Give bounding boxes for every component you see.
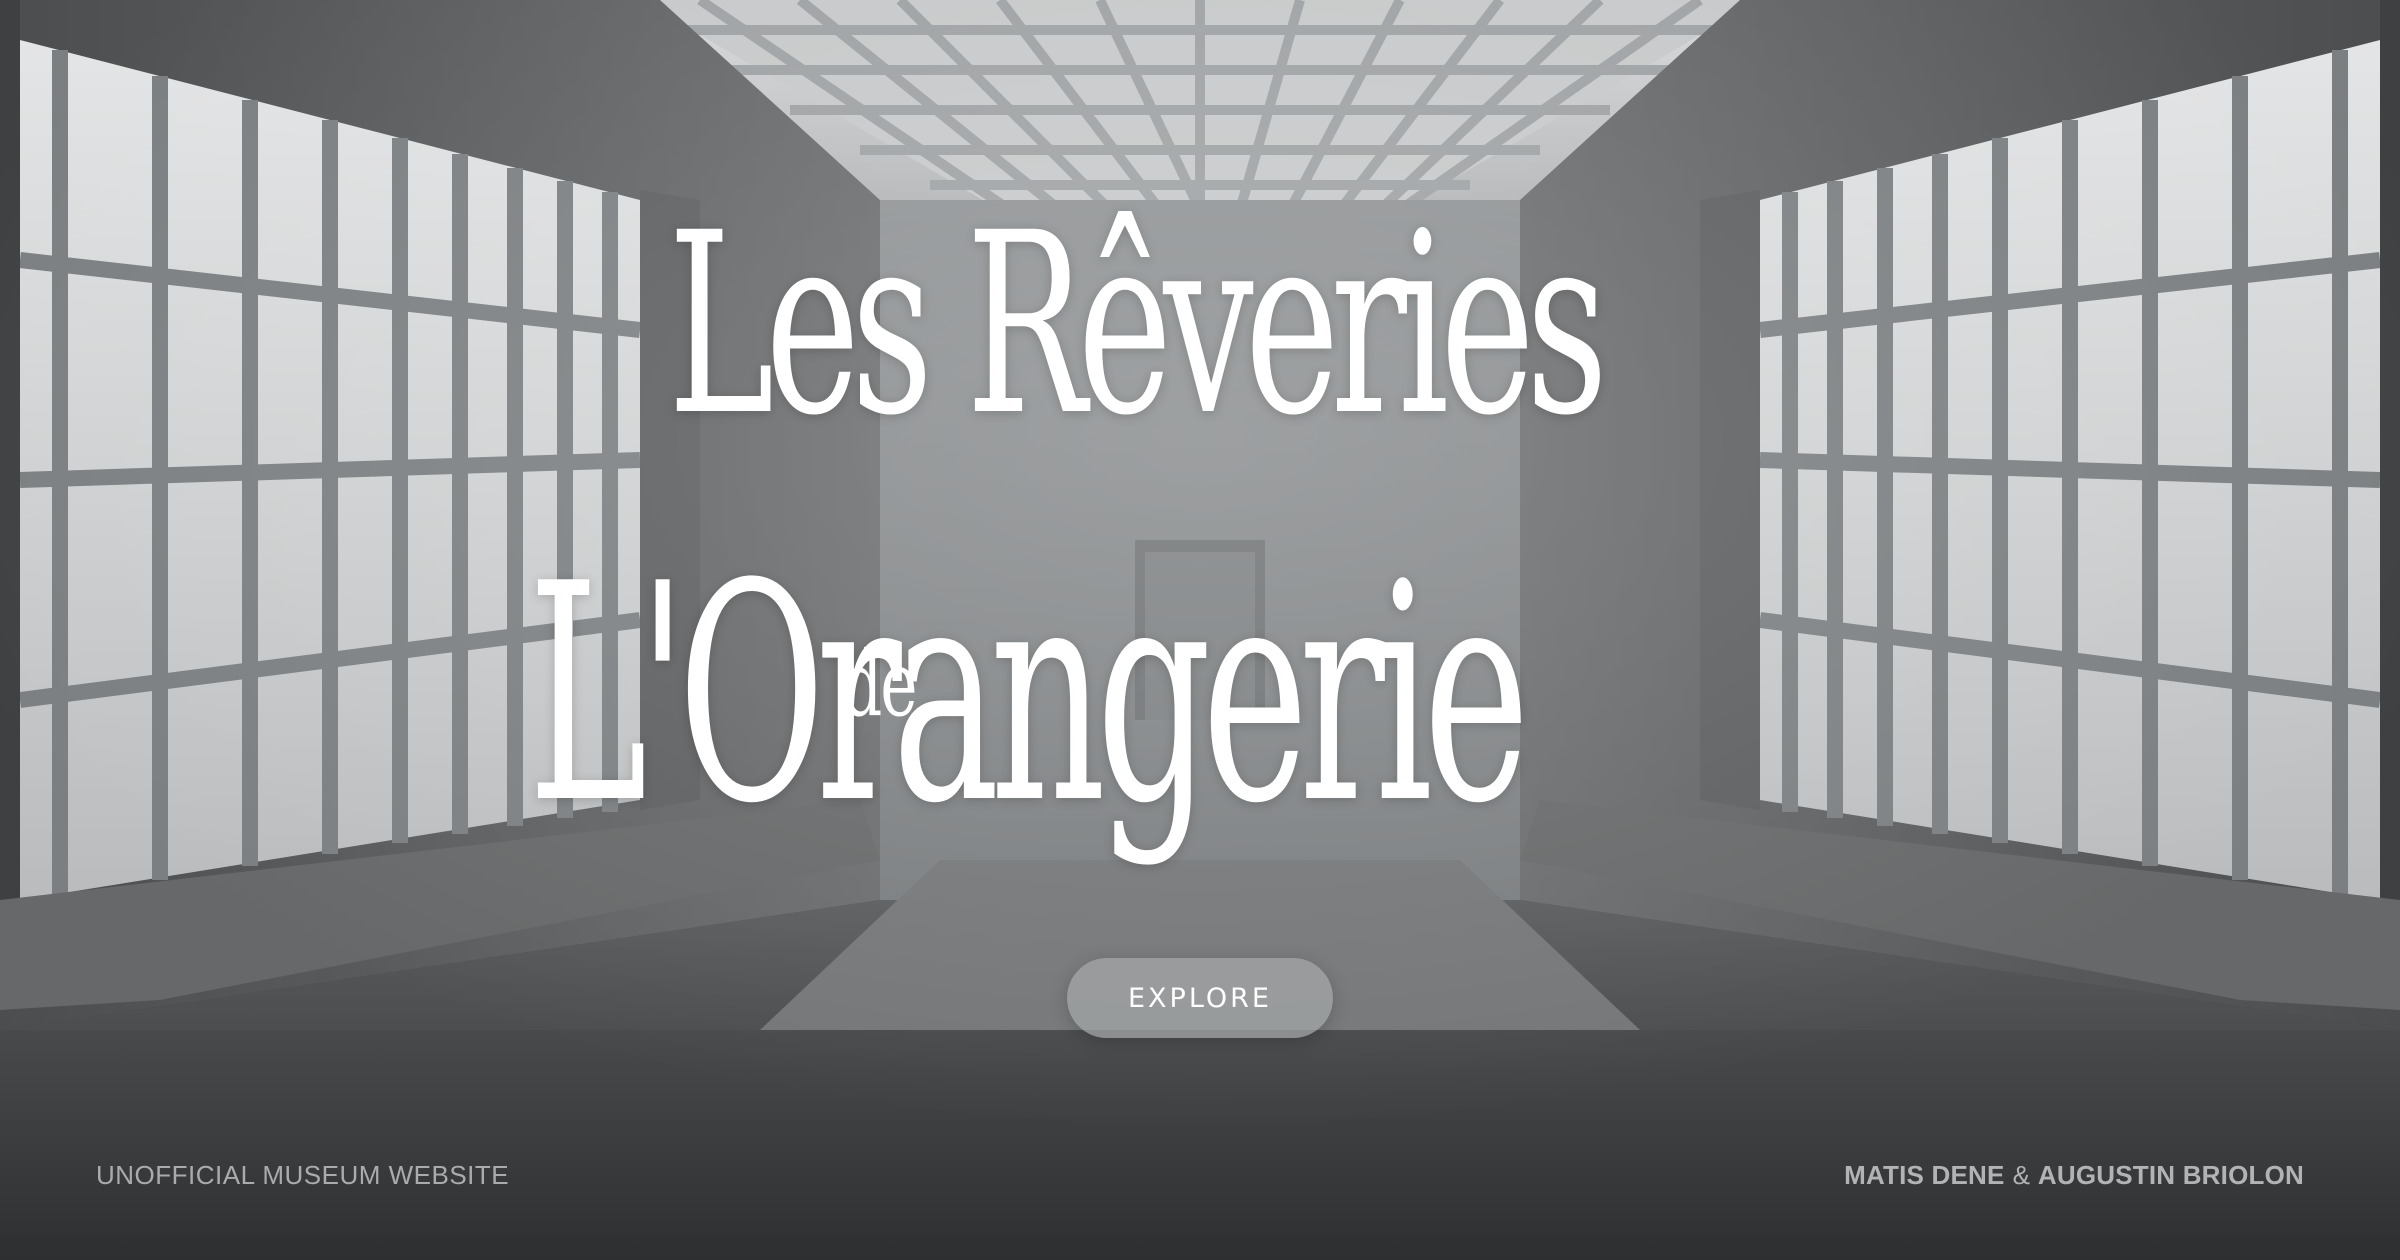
author-separator: & xyxy=(2012,1160,2030,1190)
explore-button[interactable]: EXPLORE xyxy=(1067,958,1333,1038)
footer-credits: MATIS DENE & AUGUSTIN BRIOLON xyxy=(1844,1160,2304,1191)
page: Les Rêveries L'Orangerie de EXPLORE UNOF… xyxy=(0,0,2400,1260)
gallery-background-image xyxy=(0,0,2400,1260)
explore-button-label: EXPLORE xyxy=(1128,982,1272,1014)
author-2: AUGUSTIN BRIOLON xyxy=(2037,1160,2304,1190)
footer-tagline: UNOFFICIAL MUSEUM WEBSITE xyxy=(96,1160,510,1190)
author-1: MATIS DENE xyxy=(1844,1160,2005,1190)
